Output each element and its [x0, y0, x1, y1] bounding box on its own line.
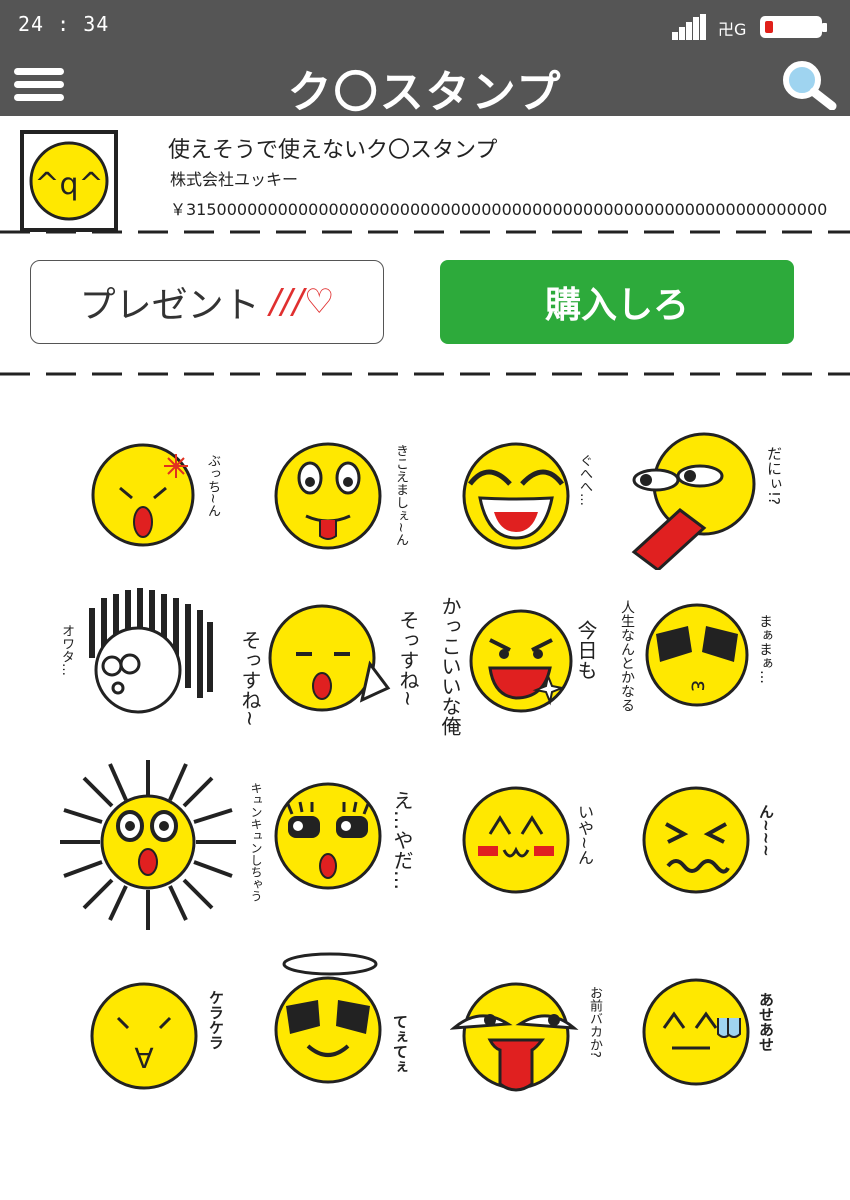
sticker-maamaa[interactable]: 人生なんとかなる ε まぁまぁ… [619, 600, 800, 730]
blacked-eyes-face-icon: ε [645, 603, 749, 707]
divider [0, 230, 850, 234]
shy-face-icon [462, 786, 570, 894]
sticker-danii[interactable]: だにぃ!? [628, 432, 798, 572]
angry-face-icon [91, 443, 195, 547]
divider [0, 372, 850, 376]
sticker-caption: いや~ん [575, 804, 594, 866]
sticker-caption: え…やだ… [390, 790, 414, 890]
sticker-omaebaka[interactable]: お前バカか? [449, 976, 620, 1106]
sticker-caption: オワタ… [59, 624, 74, 676]
heart-deco: ///♡ [269, 282, 335, 322]
battery-icon [760, 16, 827, 38]
status-bar: 24 : 34 卍G [0, 0, 850, 50]
angel-face-icon [274, 952, 382, 1084]
sticker-caption: きこえましぇ~ん [393, 444, 408, 546]
sticker-owata[interactable]: オワタ… [59, 588, 230, 718]
sticker-caption: 人生なんとかなる [619, 600, 635, 712]
squint-face-icon [642, 786, 750, 894]
sticker-caption: ぶっち~ん [205, 454, 220, 517]
laughing-face-icon: A [90, 982, 198, 1090]
search-icon[interactable] [778, 58, 840, 110]
sticker-nnn[interactable]: ん~~~ [640, 784, 790, 904]
sticker-eyada[interactable]: え…やだ… [272, 780, 442, 910]
smug-face-icon [469, 609, 573, 713]
sticker-caption: だにぃ!? [765, 446, 783, 505]
sticker-caption: キュンキュンしちゃう [249, 782, 263, 902]
present-button[interactable]: プレゼント ///♡ [30, 260, 384, 344]
despair-face-icon [89, 588, 213, 714]
sticker-caption: ん~~~ [757, 804, 775, 857]
bored-face-icon [268, 604, 391, 712]
product-info: ^q^ 使えそうで使えないク〇スタンプ 株式会社ユッキー ￥3150000000… [0, 116, 850, 232]
sticker-gehehe[interactable]: ぐへへ… [460, 440, 610, 560]
thumbnail-face-text: ^q^ [34, 167, 103, 202]
sticker-caption: そっすね~ [396, 610, 420, 707]
sticker-caption: お前バカか? [587, 986, 602, 1058]
sticker-caption: そっすね~ [238, 630, 262, 727]
mocking-face-icon [449, 982, 579, 1092]
buy-button[interactable]: 購入しろ [440, 260, 794, 344]
network-type: 卍G [718, 20, 747, 39]
shocked-eyes-face-icon [631, 432, 756, 572]
sticker-caption: あせあせ [757, 992, 775, 1052]
page-title: ク〇スタンプ [287, 67, 563, 118]
grin-face-icon [462, 442, 570, 550]
sticker-caption: 今日も [574, 620, 598, 680]
sticker-set-name: 使えそうで使えないク〇スタンプ [168, 138, 498, 163]
sticker-cant-hear[interactable]: きこえましぇ~ん [272, 440, 422, 560]
sticker-aseaise[interactable]: あせあせ [640, 976, 790, 1096]
sticker-kerakera[interactable]: A ケラケラ [88, 980, 248, 1100]
svg-text:ε: ε [686, 680, 711, 692]
product-thumbnail[interactable]: ^q^ [20, 130, 118, 232]
signal-icon [672, 14, 706, 40]
sticker-cool[interactable]: かっこいいな俺 今日も [438, 596, 610, 736]
sticker-teetee[interactable]: てぇてぇ [272, 950, 442, 1090]
svg-text:A: A [134, 1041, 153, 1074]
publisher-name[interactable]: 株式会社ユッキー [170, 166, 298, 190]
present-label: プレゼント [79, 285, 260, 326]
sticker-caption: かっこいいな俺 [438, 596, 462, 736]
sticker-angry[interactable]: ぶっち~ん [88, 440, 238, 560]
sticker-caption: ケラケラ [207, 990, 225, 1050]
price-text: ￥315000000000000000000000000000000000000… [170, 200, 828, 219]
shocked-spiky-face-icon [60, 760, 236, 930]
sticker-kyun[interactable]: キュンキュンしちゃう [60, 760, 280, 930]
sticker-iyan[interactable]: いや~ん [460, 784, 610, 904]
sticker-caption: まぁまぁ… [757, 614, 773, 684]
sweating-face-icon [642, 978, 750, 1086]
app-bar: ク〇スタンプ [0, 50, 850, 118]
sticker-caption: てぇてぇ [391, 1014, 409, 1074]
tongue-face-icon [274, 442, 382, 550]
sparkle-eyes-face-icon [274, 782, 382, 890]
clock: 24 : 34 [18, 12, 110, 36]
sticker-caption: ぐへへ… [577, 454, 592, 506]
sticker-sossune[interactable]: そっすね~ そっすね~ [238, 600, 430, 730]
